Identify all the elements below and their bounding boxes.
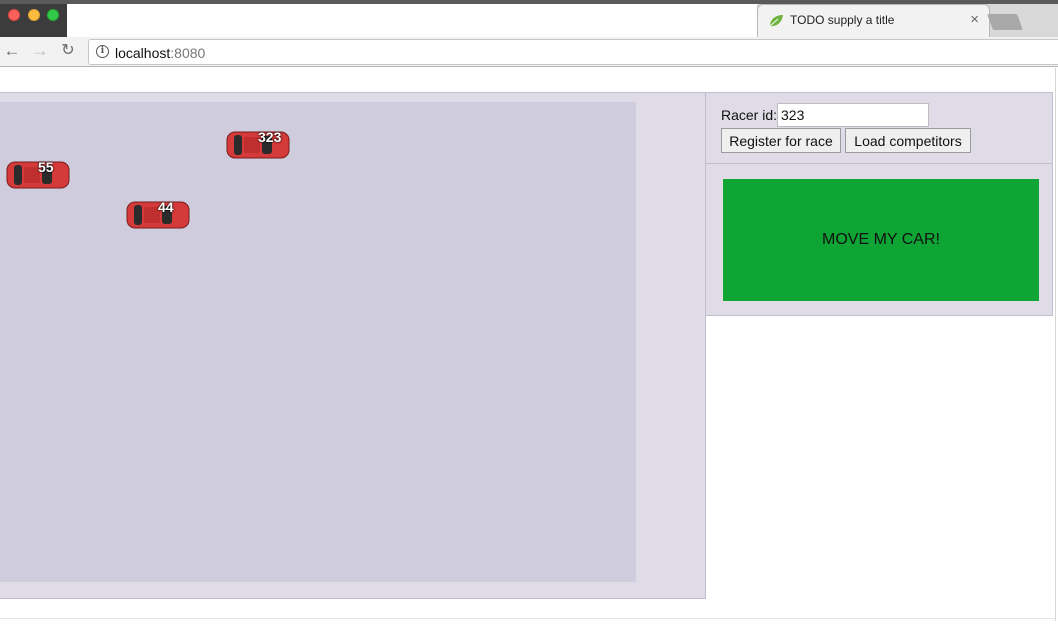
- back-arrow-icon[interactable]: ←: [2, 41, 22, 61]
- close-icon[interactable]: ×: [970, 11, 979, 28]
- racer-id-label: Racer id:: [721, 107, 778, 123]
- new-tab-button[interactable]: [987, 14, 1023, 30]
- url-port: :8080: [170, 45, 206, 61]
- tab-active[interactable]: TODO supply a title ×: [757, 4, 990, 38]
- reload-icon[interactable]: ↻: [58, 41, 78, 61]
- race-track: [0, 102, 636, 582]
- browser-toolbar: ← → ↻ i localhost:8080: [0, 37, 1058, 67]
- address-bar[interactable]: i localhost:8080: [88, 39, 1058, 65]
- maximize-window-button[interactable]: [47, 9, 59, 21]
- browser-titlebar: TODO supply a title ×: [0, 0, 1058, 38]
- viewport-border-right: [1055, 68, 1056, 621]
- car-number-label: 323: [258, 129, 282, 145]
- register-for-race-button[interactable]: Register for race: [721, 128, 841, 153]
- spring-leaf-icon: [769, 15, 783, 27]
- info-icon[interactable]: i: [96, 45, 109, 58]
- load-competitors-button[interactable]: Load competitors: [845, 128, 971, 153]
- url-text: localhost:8080: [115, 45, 205, 61]
- car-number-label: 44: [158, 199, 174, 215]
- tab-title: TODO supply a title: [790, 13, 895, 27]
- minimize-window-button[interactable]: [28, 9, 40, 21]
- car-323: 323: [226, 129, 290, 159]
- forward-arrow-icon[interactable]: →: [30, 41, 50, 61]
- move-my-car-button[interactable]: MOVE MY CAR!: [723, 179, 1039, 301]
- racer-id-input[interactable]: [777, 103, 929, 127]
- car-44: 44: [126, 199, 190, 229]
- car-55: 55: [6, 159, 70, 189]
- close-window-button[interactable]: [8, 9, 20, 21]
- car-number-label: 55: [38, 159, 54, 175]
- viewport-border-bottom: [0, 618, 1056, 619]
- url-host: localhost: [115, 45, 171, 61]
- tab-strip: [67, 4, 757, 37]
